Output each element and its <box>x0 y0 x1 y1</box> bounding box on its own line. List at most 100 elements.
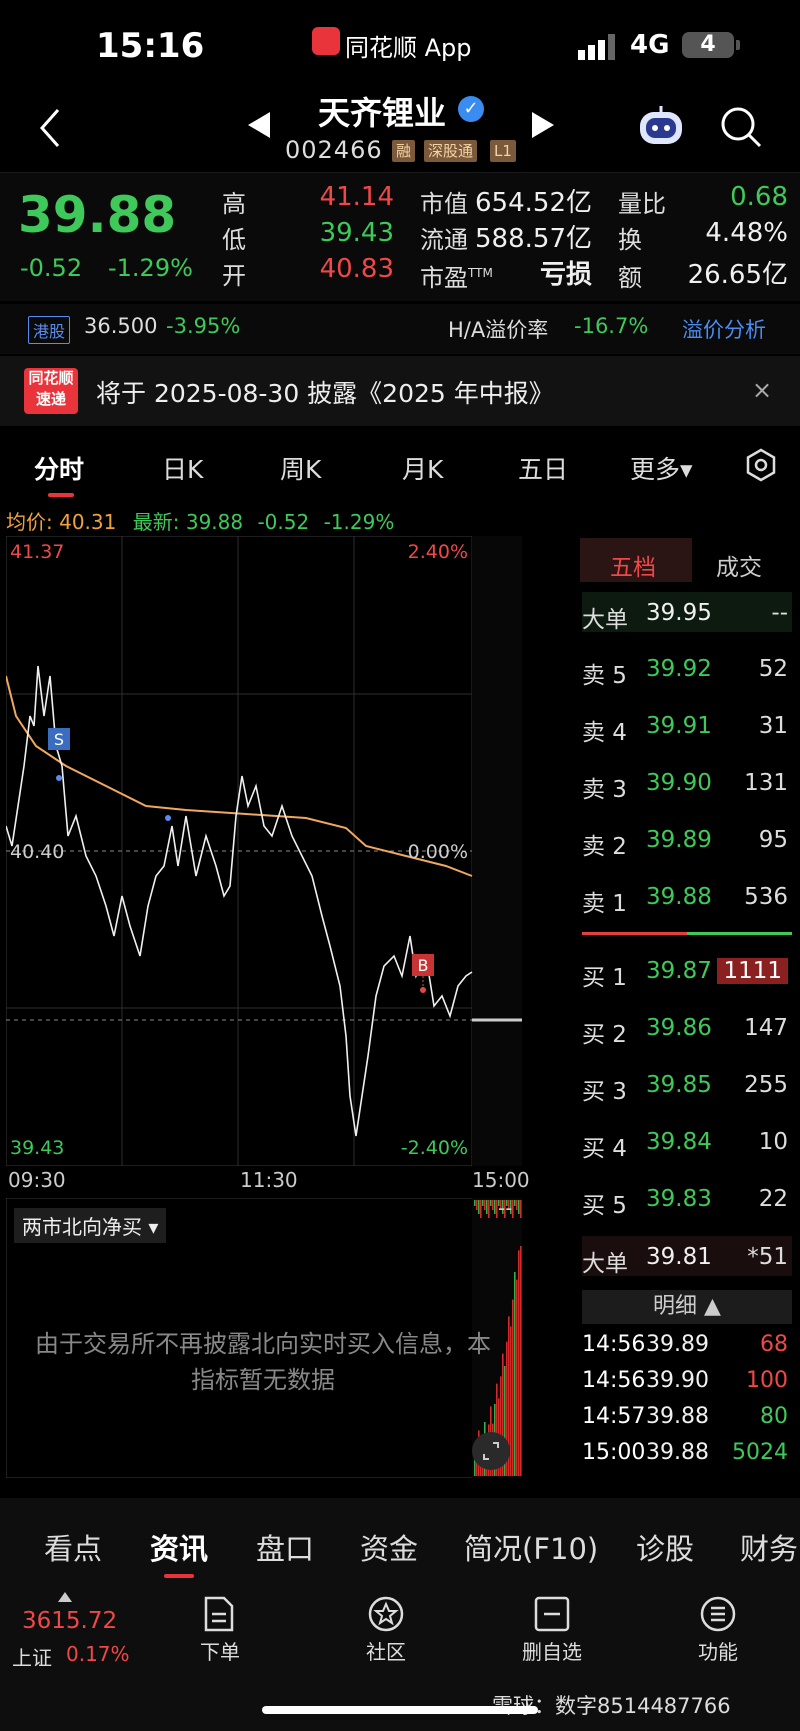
northbound-message: 由于交易所不再披露北向实时买入信息，本 指标暂无数据 <box>35 1330 491 1394</box>
hk-price: 36.500 <box>84 314 158 338</box>
next-stock-icon[interactable] <box>532 112 554 138</box>
y-axis-bottom: 39.43 <box>10 1137 64 1159</box>
northbound-top-bar <box>516 1200 518 1210</box>
battery-tip <box>736 40 740 50</box>
last-price: 39.88 <box>18 186 177 244</box>
tab-monthly-k[interactable]: 月K <box>402 450 443 486</box>
northbound-top-bar <box>484 1200 486 1210</box>
tab-weekly-k[interactable]: 周K <box>280 450 321 486</box>
trade-tick-row: 14:56 39.90 100 <box>582 1368 788 1393</box>
open-label: 开 <box>222 262 246 290</box>
remove-watchlist-icon[interactable] <box>534 1596 570 1632</box>
ask-row: 卖 3 39.90 131 <box>582 770 788 803</box>
avg-price-row: 均价: 40.31 最新: 39.88 -0.52 -1.29% <box>6 510 395 534</box>
home-indicator <box>262 1706 538 1714</box>
detail-toggle[interactable]: 明细 ▲ <box>582 1290 792 1324</box>
northbound-top-bar <box>514 1200 516 1206</box>
tab-five-levels[interactable]: 五档 <box>610 548 656 582</box>
northbound-top-bar <box>486 1200 488 1214</box>
amount-value: 26.65亿 <box>687 260 788 290</box>
community-icon[interactable] <box>368 1596 404 1632</box>
ask-row: 卖 1 39.88 536 <box>582 884 788 917</box>
northbound-selector[interactable]: 两市北向净买 ▾ <box>14 1208 167 1243</box>
app-logo-icon <box>312 27 340 55</box>
open-value: 40.83 <box>319 254 394 284</box>
subtab-highlights[interactable]: 看点 <box>44 1526 102 1568</box>
subtab-profile[interactable]: 简况(F10) <box>464 1526 598 1568</box>
svg-text:B: B <box>418 956 429 975</box>
index-value[interactable]: 3615.72 <box>22 1608 117 1634</box>
news-text[interactable]: 将于 2025-08-30 披露《2025 年中报》 <box>96 374 554 410</box>
watermark: 雪球：数字8514487766 <box>492 1694 731 1718</box>
pct-axis-bottom: -2.40% <box>401 1137 468 1159</box>
pe-value: 亏损 <box>539 260 592 290</box>
volume-ratio-value: 0.68 <box>730 182 788 212</box>
northbound-bar <box>516 1279 518 1476</box>
northbound-top-bar <box>520 1200 522 1218</box>
northbound-top-bar <box>492 1200 494 1210</box>
back-icon[interactable] <box>38 108 62 148</box>
nav-functions[interactable]: 功能 <box>678 1636 758 1665</box>
turnover-value: 4.48% <box>705 218 788 248</box>
northbound-top-bar <box>490 1200 492 1206</box>
tag-level: L1 <box>490 140 516 162</box>
tab-underline <box>48 493 74 497</box>
news-logo: 同花顺 速递 <box>24 368 78 414</box>
prev-stock-icon[interactable] <box>248 112 270 138</box>
pct-axis-mid: 0.00% <box>408 841 468 863</box>
northbound-bar <box>520 1246 522 1476</box>
mcap-value: 654.52亿 <box>475 188 592 218</box>
svg-text:S: S <box>54 730 64 749</box>
ask-row: 卖 4 39.91 31 <box>582 713 788 746</box>
network-type: 4G <box>630 30 670 60</box>
expand-icon[interactable] <box>472 1432 510 1470</box>
subtab-orderbook[interactable]: 盘口 <box>256 1526 314 1568</box>
premium-analysis-link[interactable]: 溢价分析 <box>682 314 766 344</box>
hk-tag: 港股 <box>28 316 71 344</box>
search-icon[interactable] <box>720 106 762 148</box>
up-triangle-icon <box>58 1592 72 1602</box>
subtab-diagnose[interactable]: 诊股 <box>636 1526 694 1568</box>
tab-more[interactable]: 更多▾ <box>630 450 693 486</box>
order-icon[interactable] <box>202 1596 236 1632</box>
nav-community[interactable]: 社区 <box>346 1636 426 1665</box>
turnover-label: 换 <box>618 226 642 254</box>
time-end: 15:00 <box>472 1168 530 1192</box>
close-icon[interactable]: × <box>752 376 772 404</box>
northbound-top-bar <box>478 1200 480 1214</box>
tab-trades[interactable]: 成交 <box>716 548 762 582</box>
intraday-chart[interactable]: S B 41.37 40.40 39.43 2.40% 0.00% -2.40% <box>6 536 522 1166</box>
subtab-finance[interactable]: 财务 <box>740 1526 798 1568</box>
index-pct: 0.17% <box>66 1642 130 1666</box>
battery-icon: 4 <box>682 32 734 58</box>
tab-daily-k[interactable]: 日K <box>162 450 203 486</box>
northbound-bar <box>512 1299 514 1476</box>
y-axis-mid: 40.40 <box>10 841 64 863</box>
stock-name: 天齐锂业 <box>318 94 447 132</box>
nav-order[interactable]: 下单 <box>180 1636 260 1665</box>
price-change: -0.52 <box>20 254 83 282</box>
tab-intraday[interactable]: 分时 <box>34 450 84 486</box>
tab-five-day[interactable]: 五日 <box>518 450 568 486</box>
stock-code: 002466 <box>285 136 383 164</box>
subtab-news[interactable]: 资讯 <box>150 1526 208 1568</box>
northbound-top-bar <box>474 1200 476 1206</box>
settings-icon[interactable] <box>744 448 778 482</box>
high-value: 41.14 <box>319 182 394 212</box>
point-marker <box>165 815 171 821</box>
northbound-dash: -- <box>498 1196 513 1220</box>
hk-change: -3.95% <box>166 314 241 338</box>
verified-icon: ✓ <box>458 96 484 122</box>
nav-remove-watchlist[interactable]: 删自选 <box>512 1636 592 1665</box>
ask-row: 卖 2 39.89 95 <box>582 827 788 860</box>
app-name: 同花顺 App <box>345 34 472 62</box>
big-order-top: 大单 39.95 -- <box>582 592 792 633</box>
subtab-funds[interactable]: 资金 <box>360 1526 418 1568</box>
menu-icon[interactable] <box>700 1596 736 1632</box>
y-axis-top: 41.37 <box>10 541 64 563</box>
price-change-pct: -1.29% <box>108 254 193 282</box>
high-label: 高 <box>222 190 246 218</box>
time-start: 09:30 <box>8 1168 66 1192</box>
northbound-top-bar <box>488 1200 490 1218</box>
robot-assistant-icon[interactable] <box>636 104 686 148</box>
